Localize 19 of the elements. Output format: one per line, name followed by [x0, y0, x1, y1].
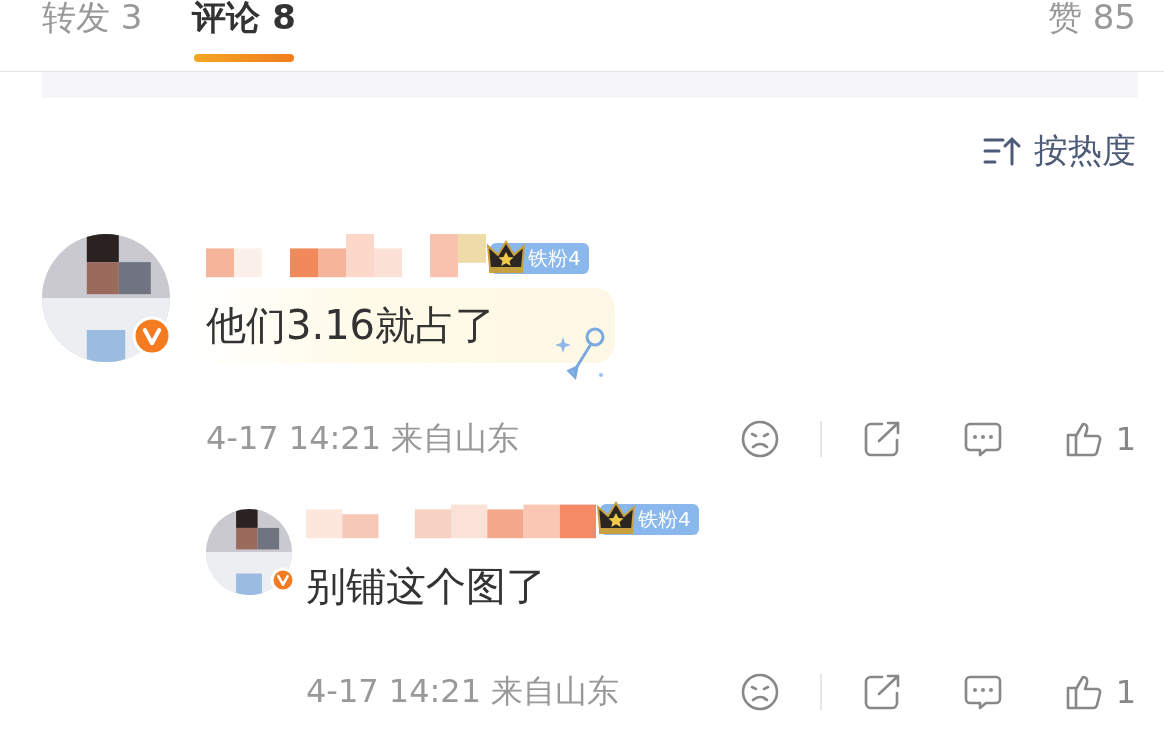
dislike-button[interactable]: [739, 672, 780, 712]
sort-icon: [982, 134, 1022, 168]
comment-meta: 4-17 14:21 来自山东: [306, 671, 620, 712]
verified-icon: [132, 316, 172, 356]
comment-meta: 4-17 14:21 来自山东: [206, 418, 520, 459]
sort-button[interactable]: 按热度: [982, 128, 1136, 174]
like-button[interactable]: 1: [1063, 419, 1136, 459]
tab[interactable]: 转发 3: [42, 0, 143, 34]
like-button[interactable]: 1: [1063, 672, 1136, 712]
tab[interactable]: 评论 8: [192, 0, 296, 62]
dislike-button[interactable]: [739, 419, 780, 459]
comment-text: 他们3.16就占了: [206, 301, 496, 350]
crown-icon: [596, 499, 636, 535]
comment-text: 别铺这个图了: [306, 562, 546, 611]
verified-icon: [270, 567, 296, 593]
crown-icon: [486, 238, 526, 274]
tab[interactable]: 赞 85: [1047, 0, 1136, 34]
sad-face-icon: [739, 672, 780, 712]
sad-face-icon: [739, 419, 780, 459]
